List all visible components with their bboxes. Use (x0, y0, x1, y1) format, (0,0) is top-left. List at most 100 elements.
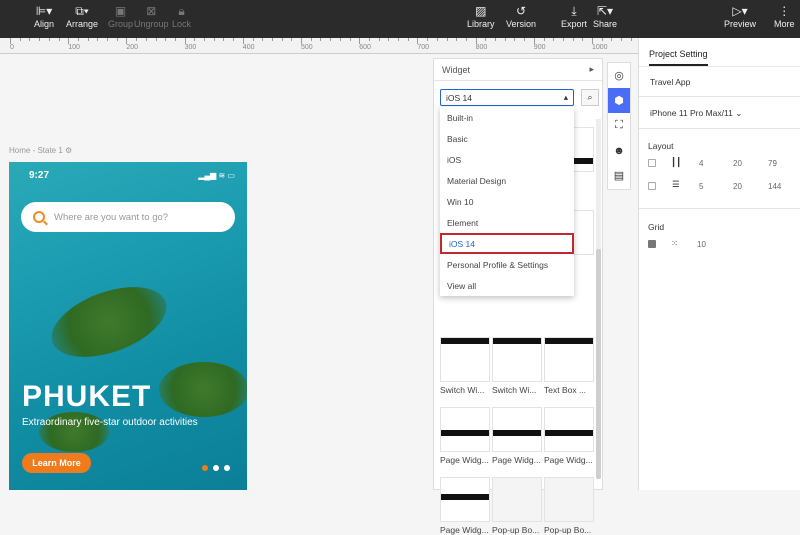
grid-size[interactable]: 10 (697, 240, 706, 249)
widget-item[interactable]: Page Widg... (544, 407, 594, 465)
divider (639, 96, 800, 97)
layout-columns-checkbox[interactable] (648, 159, 656, 167)
layout-rows-gutter[interactable]: 20 (733, 182, 742, 191)
ruler-tick (611, 38, 613, 41)
ruler-tick (271, 38, 273, 41)
export-button[interactable]: ⤓ Export (561, 3, 587, 29)
ruler-tick (145, 38, 147, 41)
widget-item[interactable]: Switch Wi... (492, 337, 542, 395)
widget-item[interactable]: Page Widg... (440, 477, 490, 535)
divider (639, 208, 800, 209)
phone-search-input[interactable]: Where are you want to go? (21, 202, 235, 232)
widget-item[interactable]: Pop-up Bo... (544, 477, 594, 535)
table-icon[interactable]: ▤ (608, 163, 630, 188)
phone-artboard[interactable]: 9:27 ▂▄▆ ≋ ▭ Where are you want to go? P… (9, 162, 247, 490)
dropdown-option[interactable]: Personal Profile & Settings (440, 254, 574, 275)
project-name[interactable]: Travel App (650, 77, 690, 87)
group-button[interactable]: ▣ Group (108, 3, 133, 29)
ungroup-icon: ⊠ (146, 4, 157, 18)
layout-rows-height[interactable]: 144 (768, 182, 781, 191)
target-icon[interactable]: ◎ (608, 63, 630, 88)
more-icon: ⋮ (778, 4, 791, 18)
dropdown-option[interactable]: View all (440, 275, 574, 296)
layout-rows-count[interactable]: 5 (699, 182, 703, 191)
widget-search-button[interactable]: ⌕ (581, 89, 599, 106)
ruler-tick (388, 38, 390, 41)
widget-item[interactable]: Switch Wi... (440, 337, 490, 395)
layout-columns-count[interactable]: 4 (699, 159, 703, 168)
emoji-icon[interactable]: ☻ (608, 138, 630, 163)
dropdown-option[interactable]: Basic (440, 128, 574, 149)
ruler-label: 1000 (592, 44, 608, 51)
ruler-tick (291, 38, 293, 41)
gear-icon[interactable]: ⚙ (65, 146, 72, 155)
ruler-tick (621, 38, 623, 41)
ungroup-button[interactable]: ⊠ Ungroup (134, 3, 169, 29)
ruler-tick (165, 38, 167, 41)
dropdown-option[interactable]: iOS (440, 149, 574, 170)
state-label[interactable]: Home - State 1 ⚙ (9, 146, 72, 155)
chevron-down-icon: ⌄ (735, 108, 743, 118)
share-icon: ⇱▾ (596, 4, 614, 18)
version-button[interactable]: ↺ Version (506, 3, 536, 29)
share-button[interactable]: ⇱▾ Share (593, 3, 617, 29)
ruler-tick (233, 38, 235, 41)
library-button[interactable]: ▨ Library (467, 3, 495, 29)
grid-checkbox[interactable] (648, 240, 656, 248)
dropdown-option[interactable]: Built-in (440, 107, 574, 128)
ruler-tick (194, 38, 196, 41)
align-button[interactable]: ⊫▾ Align (34, 3, 54, 29)
ruler-tick (368, 38, 370, 41)
ruler-tick (601, 38, 603, 41)
divider (639, 66, 800, 67)
widget-item[interactable]: Page Widg... (492, 407, 542, 465)
arrange-button[interactable]: ⧉▾ Arrange (66, 3, 98, 29)
library-dropdown: Built-in Basic iOS Material Design Win 1… (440, 107, 574, 296)
more-button[interactable]: ⋮ More (774, 3, 795, 29)
layout-rows-checkbox[interactable] (648, 182, 656, 190)
ruler-tick (77, 38, 79, 41)
ruler-tick (310, 38, 312, 41)
dropdown-option[interactable]: Element (440, 212, 574, 233)
image-icon: ▨ (475, 4, 487, 18)
lock-button[interactable]: 🔒︎ Lock (172, 3, 191, 29)
ruler-tick (155, 38, 157, 41)
ruler-label: 900 (533, 44, 546, 51)
dropdown-option[interactable]: Win 10 (440, 191, 574, 212)
dropdown-option-selected[interactable]: iOS 14 (440, 233, 574, 254)
widget-item[interactable]: Pop-up Bo... (492, 477, 542, 535)
ruler-tick (116, 38, 118, 41)
play-icon: ▷▾ (732, 4, 748, 18)
ruler-tick (495, 38, 496, 41)
ruler-tick (349, 38, 351, 41)
carousel-dot[interactable] (213, 465, 219, 471)
ruler-tick (330, 38, 332, 41)
frame-icon[interactable]: ⛶ (608, 113, 630, 138)
signal-wifi-battery-icon: ▂▄▆ ≋ ▭ (198, 171, 235, 180)
cube-icon[interactable]: ⬢ (608, 88, 630, 113)
layout-columns-gutter[interactable]: 20 (733, 159, 742, 168)
ruler-label: 700 (417, 44, 430, 51)
ruler-label: 800 (475, 44, 488, 51)
widget-item[interactable]: Page Widg... (440, 407, 490, 465)
library-select[interactable]: iOS 14 ▴ (440, 89, 574, 106)
scrollbar-thumb[interactable] (596, 249, 601, 479)
carousel-dot[interactable] (202, 465, 208, 471)
dropdown-option[interactable]: Material Design (440, 170, 574, 191)
ruler-tick (562, 38, 564, 41)
tab-project-setting[interactable]: Project Setting (649, 49, 708, 66)
ruler-tick (39, 38, 41, 41)
carousel-dot[interactable] (224, 465, 230, 471)
ruler-tick (339, 38, 341, 41)
learn-more-button[interactable]: Learn More (22, 453, 91, 473)
widget-scrollbar[interactable] (596, 119, 601, 479)
ruler-tick (553, 38, 555, 41)
widget-header[interactable]: Widget ▸ (434, 59, 602, 81)
preview-button[interactable]: ▷▾ Preview (724, 3, 756, 29)
properties-panel: Project Setting Travel App iPhone 11 Pro… (638, 38, 800, 490)
island-image (159, 362, 247, 417)
device-select[interactable]: iPhone 11 Pro Max/11 ⌄ (650, 108, 742, 119)
layout-columns-width[interactable]: 79 (768, 159, 777, 168)
widget-item[interactable]: Text Box ... (544, 337, 594, 395)
grid-label: Grid (648, 222, 665, 232)
